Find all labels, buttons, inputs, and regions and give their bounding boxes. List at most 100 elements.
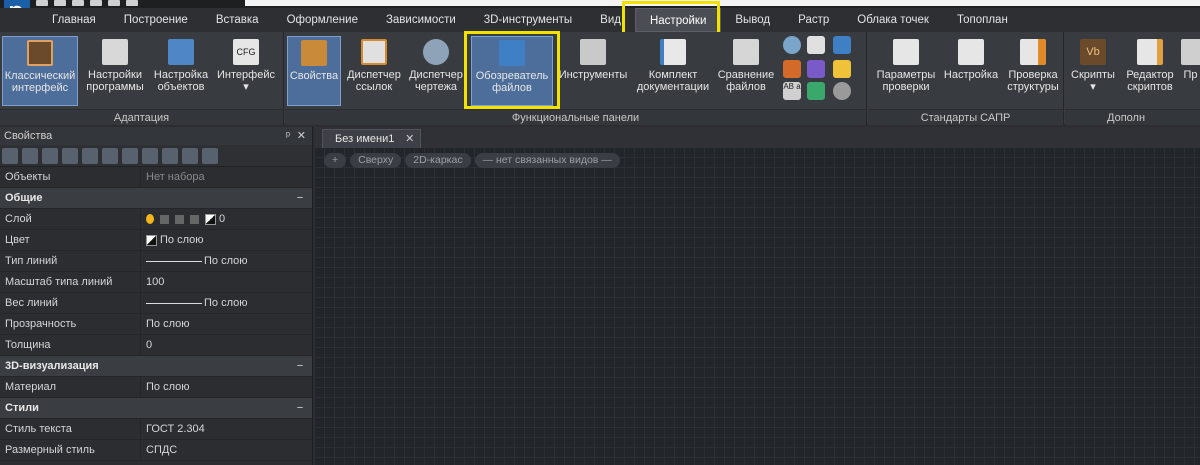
scripts-button[interactable]: Vb Скрипты ▾ [1069, 36, 1117, 106]
save-icon[interactable] [72, 0, 84, 6]
add-selection-icon[interactable] [2, 147, 18, 164]
property-row[interactable]: Толщина 0 [0, 335, 312, 356]
property-value[interactable]: 100 [141, 272, 312, 292]
numbering-icon[interactable] [807, 36, 825, 54]
document-tab[interactable]: Без имени1 ✕ [322, 129, 422, 149]
filter-icon[interactable] [833, 36, 851, 54]
globe-icon[interactable] [833, 82, 851, 100]
property-row[interactable]: Вес линий По слою [0, 293, 312, 314]
line-sample-icon [146, 302, 202, 304]
deselect-icon[interactable] [142, 147, 158, 164]
drawing-canvas[interactable]: Без имени1 ✕ + Сверху 2D-каркас — нет связа… [314, 127, 1200, 465]
property-value[interactable]: По слою [141, 293, 312, 313]
check-parameters-button[interactable]: Параметры проверки [872, 36, 940, 106]
select-all-icon[interactable] [62, 147, 78, 164]
property-name: Прозрачность [0, 314, 141, 334]
viewport-control[interactable]: Сверху [350, 153, 402, 168]
ribbon-tab[interactable]: Вставка [202, 8, 273, 32]
property-row[interactable]: Слой 0 [0, 209, 312, 230]
viewport-control[interactable]: 2D-каркас [405, 153, 471, 168]
lock-icon[interactable] [175, 214, 184, 224]
property-row[interactable]: Стиль текста ГОСТ 2.304 [0, 419, 312, 440]
property-section-header[interactable]: Общие − [0, 188, 312, 209]
pick-icon[interactable] [162, 147, 178, 164]
ribbon-tab[interactable]: Вывод [721, 8, 784, 32]
collapse-icon[interactable]: − [288, 188, 312, 208]
box-icon[interactable] [783, 60, 801, 78]
pin-icon[interactable]: ᵖ [286, 127, 290, 145]
property-value[interactable]: 0 [141, 209, 312, 229]
property-value[interactable]: 0 [141, 335, 312, 355]
sphere-icon[interactable] [783, 36, 801, 54]
ribbon-tab[interactable]: Облака точек [843, 8, 943, 32]
reference-manager-button[interactable]: Диспетчер ссылок [343, 36, 405, 106]
ribbon-tab[interactable]: Вид [586, 8, 635, 32]
classic-interface-button[interactable]: Классический интерфейс [2, 36, 78, 106]
viewport-control[interactable]: + [324, 153, 347, 168]
help-icon[interactable] [202, 147, 218, 164]
freeze-icon[interactable] [160, 214, 169, 224]
interface-dropdown-button[interactable]: CFG Интерфейс ▾ [214, 36, 278, 106]
more-button[interactable]: Пр [1181, 36, 1200, 106]
property-row[interactable]: Тип линий По слою [0, 251, 312, 272]
filter-icon[interactable] [102, 147, 118, 164]
ribbon-tab[interactable]: Зависимости [372, 8, 470, 32]
property-row[interactable]: Материал По слою [0, 377, 312, 398]
ribbon-tab[interactable]: Топоплан [943, 8, 1022, 32]
ribbon-tab[interactable]: Построение [110, 8, 202, 32]
property-value[interactable]: Нет набора [141, 167, 312, 187]
tools-button[interactable]: Инструменты [557, 36, 629, 106]
open-file-icon[interactable] [54, 0, 66, 6]
ribbon-tab[interactable]: 3D-инструменты [470, 8, 586, 32]
property-row[interactable]: Размерный стиль СПДС [0, 440, 312, 461]
select-similar-icon[interactable] [122, 147, 138, 164]
clear-icon[interactable] [182, 147, 198, 164]
print-layer-icon[interactable] [190, 214, 199, 224]
script-editor-button[interactable]: Редактор скриптов [1121, 36, 1179, 106]
layer-on-icon[interactable] [146, 214, 154, 225]
ribbon-tab[interactable]: Растр [784, 8, 843, 32]
select-window-icon[interactable] [42, 147, 58, 164]
undo-icon[interactable] [90, 0, 102, 6]
group-adaptation: Классический интерфейс Настройки програм… [0, 32, 284, 125]
property-row[interactable]: Цвет По слою [0, 230, 312, 251]
light-icon[interactable] [833, 60, 851, 78]
properties-button[interactable]: Свойства [287, 36, 341, 106]
property-value[interactable]: По слою [141, 251, 312, 271]
close-tab-icon[interactable]: ✕ [405, 130, 414, 149]
drawing-manager-button[interactable]: Диспетчер чертежа [407, 36, 465, 106]
spelling-icon[interactable]: AB a [783, 82, 801, 100]
ribbon-tab[interactable]: Настройки [634, 8, 722, 32]
clipboard-icon[interactable] [807, 82, 825, 100]
close-icon[interactable]: ✕ [297, 127, 306, 145]
check-structure-button[interactable]: Проверка структуры [1002, 36, 1064, 106]
file-browser-button[interactable]: Обозреватель файлов [471, 36, 553, 106]
network-icon[interactable] [807, 60, 825, 78]
property-value[interactable]: По слою [141, 230, 312, 250]
quick-select-icon[interactable] [82, 147, 98, 164]
redo-icon[interactable] [108, 0, 120, 6]
object-settings-button[interactable]: Настройка объектов [150, 36, 212, 106]
property-value[interactable]: ГОСТ 2.304 [141, 419, 312, 439]
print-icon[interactable] [126, 0, 138, 6]
property-section-header[interactable]: 3D-визуализация − [0, 356, 312, 377]
ribbon-tab[interactable]: Главная [38, 8, 110, 32]
ribbon-tab[interactable]: Оформление [273, 8, 372, 32]
property-section-header[interactable]: Стили − [0, 398, 312, 419]
documentation-set-button[interactable]: Комплект документации [633, 36, 713, 106]
property-value[interactable]: По слою [141, 377, 312, 397]
cursor-icon[interactable] [22, 147, 38, 164]
property-value-text: 100 [146, 276, 165, 288]
property-row[interactable]: Объекты Нет набора [0, 167, 312, 188]
program-settings-button[interactable]: Настройки программы [82, 36, 148, 106]
property-value[interactable]: По слою [141, 314, 312, 334]
compare-files-button[interactable]: Сравнение файлов [715, 36, 777, 106]
viewport-control[interactable]: — нет связанных видов — [474, 153, 620, 168]
collapse-icon[interactable]: − [288, 356, 312, 376]
property-row[interactable]: Масштаб типа линий 100 [0, 272, 312, 293]
property-value[interactable]: СПДС [141, 440, 312, 460]
new-file-icon[interactable] [36, 0, 48, 6]
collapse-icon[interactable]: − [288, 398, 312, 418]
property-row[interactable]: Прозрачность По слою [0, 314, 312, 335]
standards-setup-button[interactable]: Настройка [942, 36, 1000, 106]
